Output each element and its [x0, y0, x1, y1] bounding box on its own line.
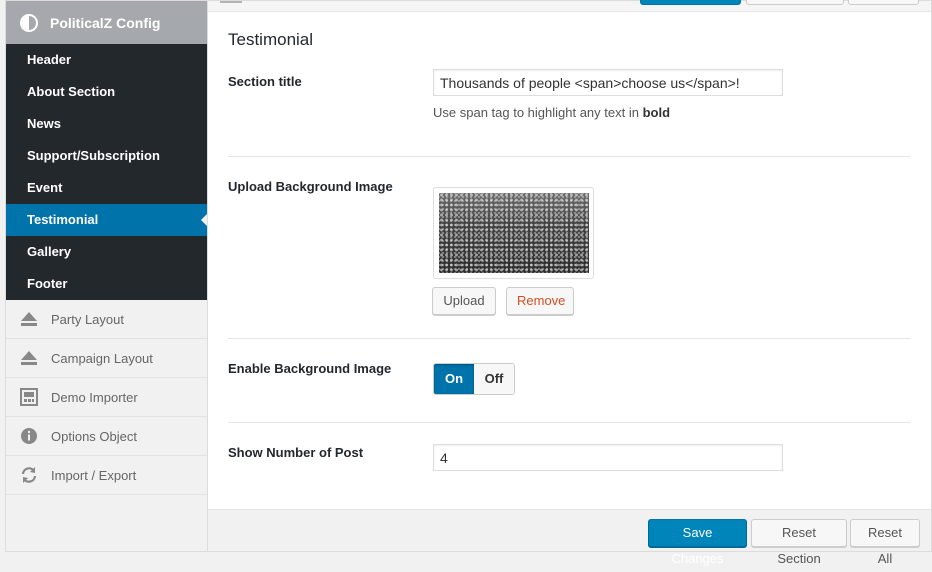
field-label: Section title	[228, 74, 302, 89]
menu-label: Party Layout	[51, 311, 124, 327]
sidebar-header[interactable]: PoliticalZ Config	[6, 1, 207, 44]
sidebar-item-footer[interactable]: Footer	[6, 268, 207, 300]
field-enable-background: Enable Background Image On Off	[228, 339, 910, 423]
importer-icon	[20, 388, 38, 406]
sidebar-item-gallery[interactable]: Gallery	[6, 236, 207, 268]
expand-handle-icon[interactable]	[220, 1, 242, 3]
section-title-description: Use span tag to highlight any text in bo…	[433, 105, 670, 120]
top-reset-section-button[interactable]	[746, 0, 844, 5]
options-panel: PoliticalZ Config Header About Section N…	[5, 0, 932, 566]
save-changes-button[interactable]: Save Changes	[648, 519, 747, 566]
half-circle-logo-icon	[20, 13, 38, 32]
main-panel: Testimonial Section title Use span tag t…	[208, 0, 931, 566]
upload-button[interactable]: Upload	[432, 287, 496, 315]
settings-form: Testimonial Section title Use span tag t…	[228, 12, 910, 493]
toggle-off[interactable]: Off	[474, 364, 514, 394]
sidebar-title: PoliticalZ Config	[50, 14, 161, 31]
background-toggle: On Off	[433, 363, 515, 395]
sidebar-item-options-object[interactable]: Options Object	[6, 417, 207, 456]
field-label: Enable Background Image	[228, 361, 392, 376]
description-text: Use span tag to highlight any text in	[433, 105, 643, 120]
field-post-count: Show Number of Post	[228, 423, 910, 493]
section-title-input[interactable]	[433, 69, 783, 96]
toggle-on[interactable]: On	[434, 364, 474, 394]
top-reset-all-button[interactable]	[848, 0, 919, 5]
menu-label: Campaign Layout	[51, 350, 153, 366]
post-count-input[interactable]	[433, 444, 783, 471]
field-background-image: Upload Background Image Upload Remove	[228, 157, 910, 339]
image-preview	[433, 187, 594, 279]
top-action-bar	[208, 0, 931, 12]
field-label: Show Number of Post	[228, 445, 364, 460]
sidebar-item-header[interactable]: Header	[6, 44, 207, 76]
sidebar-item-testimonial[interactable]: Testimonial	[6, 204, 207, 236]
reset-all-button[interactable]: Reset All	[850, 519, 920, 566]
info-icon	[20, 427, 38, 445]
field-label: Upload Background Image	[228, 179, 393, 194]
menu-label: Import / Export	[51, 467, 137, 483]
top-save-button[interactable]	[640, 0, 741, 5]
sidebar-item-support-subscription[interactable]: Support/Subscription	[6, 140, 207, 172]
sidebar-item-import-export[interactable]: Import / Export	[6, 456, 207, 495]
sidebar-item-event[interactable]: Event	[6, 172, 207, 204]
sidebar-item-campaign-layout[interactable]: Campaign Layout	[6, 339, 207, 378]
menu-label: Demo Importer	[51, 389, 138, 405]
eject-icon	[20, 349, 38, 367]
sidebar-item-news[interactable]: News	[6, 108, 207, 140]
eject-icon	[20, 310, 38, 328]
sidebar: PoliticalZ Config Header About Section N…	[6, 1, 208, 551]
footer-action-bar: Save Changes Reset Section Reset All	[208, 509, 931, 566]
field-section-title: Section title Use span tag to highlight …	[228, 60, 910, 157]
menu-label: Options Object	[51, 428, 137, 444]
section-heading: Testimonial	[228, 30, 314, 49]
remove-button[interactable]: Remove	[506, 287, 574, 315]
sidebar-item-about-section[interactable]: About Section	[6, 76, 207, 108]
reset-section-button[interactable]: Reset Section	[751, 519, 847, 566]
description-bold: bold	[642, 105, 671, 120]
sidebar-item-demo-importer[interactable]: Demo Importer	[6, 378, 207, 417]
refresh-icon	[20, 466, 38, 484]
sidebar-submenu: Header About Section News Support/Subscr…	[6, 44, 207, 300]
crowd-image	[439, 193, 589, 273]
sidebar-item-party-layout[interactable]: Party Layout	[6, 300, 207, 339]
